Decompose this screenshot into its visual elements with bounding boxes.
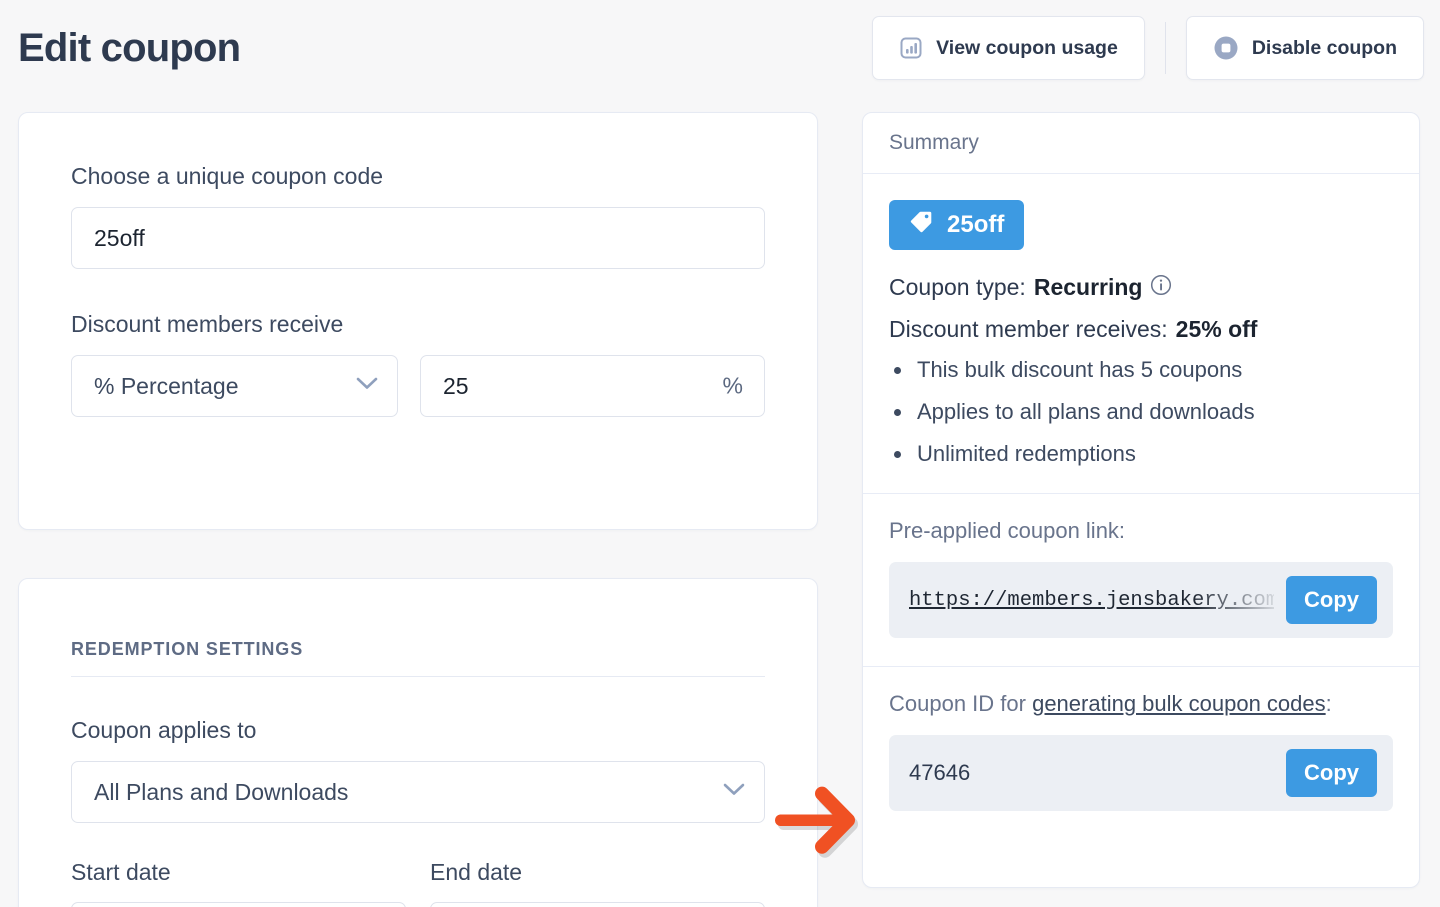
page-title: Edit coupon	[18, 26, 241, 70]
disable-coupon-button[interactable]: Disable coupon	[1185, 16, 1424, 80]
start-date-col: Start date	[71, 861, 406, 907]
applies-to-select[interactable]: All Plans and Downloads	[71, 761, 765, 823]
coupon-id-section: Coupon ID for generating bulk coupon cod…	[863, 667, 1419, 839]
discount-type-value: % Percentage	[94, 372, 239, 399]
discount-received-line: Discount member receives: 25% off	[889, 318, 1393, 341]
discount-amount-input[interactable]	[420, 355, 765, 417]
discount-row: % Percentage %	[71, 355, 765, 417]
copy-link-button[interactable]: Copy	[1286, 576, 1377, 624]
end-date-col: End date	[430, 861, 765, 907]
end-date-label: End date	[430, 859, 523, 885]
discount-received-label: Discount member receives:	[889, 316, 1168, 342]
page-header: Edit coupon View coupon usage Disable co…	[0, 0, 1440, 96]
coupon-type-label: Coupon type:	[889, 273, 1026, 300]
pre-applied-link-row: https://members.jensbakery.com Copy	[889, 562, 1393, 638]
discount-type-select-wrap: % Percentage	[71, 355, 398, 417]
list-item: Applies to all plans and downloads	[889, 401, 1393, 423]
summary-panel: Summary 25off Coupon type: Recurring Dis…	[862, 112, 1420, 888]
coupon-type-line: Coupon type: Recurring	[889, 274, 1393, 300]
info-icon[interactable]	[1150, 274, 1172, 300]
coupon-code-badge-label: 25off	[947, 211, 1005, 238]
applies-to-value: All Plans and Downloads	[94, 778, 349, 805]
coupon-id-row: 47646 Copy	[889, 735, 1393, 811]
disable-coupon-label: Disable coupon	[1251, 36, 1397, 59]
discount-type-select[interactable]: % Percentage	[71, 355, 398, 417]
date-range-row: Start date End date	[71, 861, 765, 907]
coupon-basics-card: Choose a unique coupon code Discount mem…	[18, 112, 818, 530]
end-date-input[interactable]	[430, 902, 765, 907]
redemption-settings-heading: REDEMPTION SETTINGS	[71, 639, 765, 677]
percent-suffix: %	[722, 372, 743, 399]
coupon-code-input[interactable]	[71, 207, 765, 269]
coupon-id-label-prefix: Coupon ID for	[889, 691, 1033, 716]
start-date-label: Start date	[71, 859, 171, 885]
discount-amount-wrap: %	[420, 355, 765, 417]
copy-coupon-id-button[interactable]: Copy	[1286, 749, 1377, 797]
stop-circle-icon	[1213, 35, 1239, 61]
applies-to-label: Coupon applies to	[71, 717, 257, 743]
start-date-input[interactable]	[71, 902, 406, 907]
pre-applied-link-section: Pre-applied coupon link: https://members…	[863, 494, 1419, 667]
bulk-coupon-codes-link[interactable]: generating bulk coupon codes	[1032, 691, 1326, 716]
list-item: Unlimited redemptions	[889, 443, 1393, 465]
redemption-settings-card: REDEMPTION SETTINGS Coupon applies to Al…	[18, 578, 818, 907]
edit-coupon-page: Edit coupon View coupon usage Disable co…	[0, 0, 1440, 907]
view-coupon-usage-button[interactable]: View coupon usage	[872, 16, 1145, 80]
summary-panel-title: Summary	[863, 113, 1419, 174]
pre-applied-link-value[interactable]: https://members.jensbakery.com	[909, 589, 1274, 612]
coupon-id-label: Coupon ID for generating bulk coupon cod…	[889, 693, 1393, 715]
header-divider	[1164, 22, 1166, 74]
left-column: Choose a unique coupon code Discount mem…	[18, 112, 818, 907]
pre-applied-link-label: Pre-applied coupon link:	[889, 518, 1126, 543]
discount-received-value: 25% off	[1175, 316, 1258, 342]
applies-to-select-wrap: All Plans and Downloads	[71, 761, 765, 823]
header-actions: View coupon usage Disable coupon	[872, 16, 1424, 80]
coupon-id-label-suffix: :	[1325, 691, 1332, 716]
coupon-code-badge: 25off	[889, 200, 1025, 250]
coupon-type-value: Recurring	[1033, 273, 1143, 300]
coupon-code-label: Choose a unique coupon code	[71, 163, 384, 189]
summary-bullet-list: This bulk discount has 5 coupons Applies…	[889, 359, 1393, 465]
tag-icon	[909, 209, 934, 241]
list-item: This bulk discount has 5 coupons	[889, 359, 1393, 381]
view-coupon-usage-label: View coupon usage	[936, 36, 1118, 59]
discount-label: Discount members receive	[71, 311, 344, 337]
bar-chart-icon	[899, 36, 923, 60]
summary-details-section: 25off Coupon type: Recurring Discount me…	[863, 174, 1419, 494]
coupon-id-value[interactable]: 47646	[909, 760, 1274, 786]
